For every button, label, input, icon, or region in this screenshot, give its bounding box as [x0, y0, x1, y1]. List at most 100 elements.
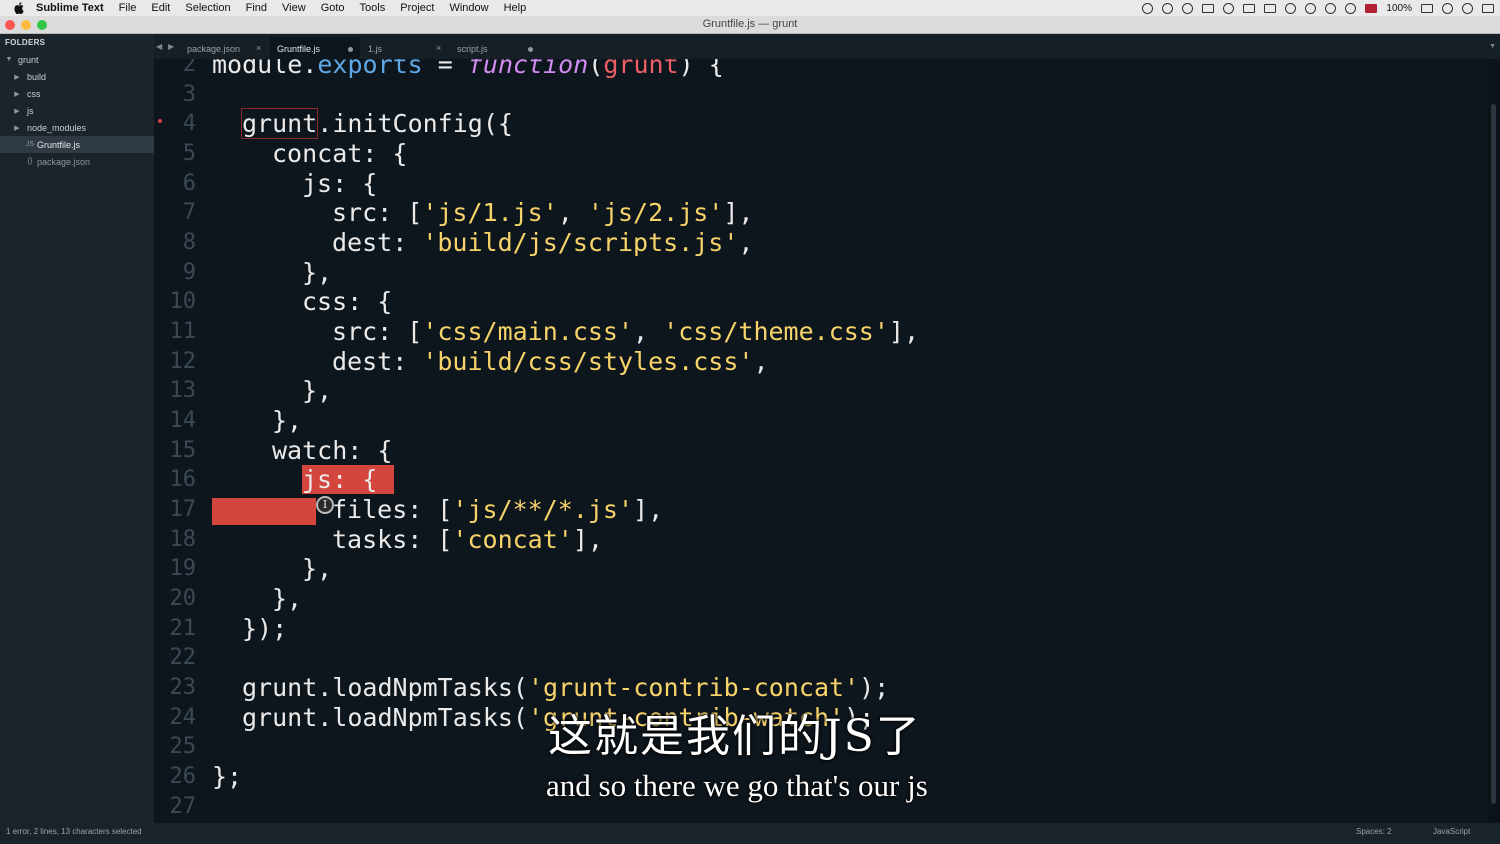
- subtitle-chinese: 这就是我们的JS了: [548, 711, 922, 762]
- minus-circle-icon[interactable]: [1223, 2, 1235, 14]
- scrollbar-thumb[interactable]: [1491, 104, 1496, 804]
- code-line-14[interactable]: },: [212, 406, 302, 436]
- tab-gruntfile[interactable]: Gruntfile.js: [270, 37, 360, 59]
- menu-find[interactable]: Find: [246, 2, 267, 14]
- menu-tools[interactable]: Tools: [360, 2, 386, 14]
- code-token: grunt: [240, 108, 319, 139]
- code-line-12[interactable]: dest: 'build/css/styles.css',: [212, 347, 769, 377]
- js-file-icon: JS: [25, 141, 35, 148]
- unsaved-dot-icon[interactable]: [528, 47, 533, 52]
- code-token: ,: [633, 317, 664, 346]
- keyboard-icon[interactable]: [1264, 3, 1277, 13]
- tab-package-json[interactable]: package.json ×: [181, 37, 269, 59]
- sidebar-item-gruntfile[interactable]: JS Gruntfile.js: [0, 136, 154, 153]
- time-machine-icon[interactable]: [1285, 2, 1297, 14]
- selected-whitespace: [212, 497, 316, 525]
- code-token: src: [: [332, 317, 423, 346]
- code-line-4[interactable]: grunt.initConfig({: [212, 108, 513, 139]
- error-marker-icon[interactable]: [158, 119, 162, 123]
- flag-icon[interactable]: [1365, 3, 1378, 13]
- tab-1-js[interactable]: 1.js ×: [361, 37, 449, 59]
- indentation-setting[interactable]: Spaces: 2: [1356, 827, 1392, 836]
- sidebar-item-label: package.json: [37, 156, 91, 167]
- tab-overflow-icon[interactable]: ▼: [1489, 43, 1496, 50]
- sidebar-item-css[interactable]: ▶ css: [0, 85, 154, 102]
- code-line-15[interactable]: watch: {: [212, 436, 392, 466]
- code-line-10[interactable]: css: {: [212, 287, 392, 317]
- notification-list-icon[interactable]: [1482, 3, 1494, 13]
- spotlight-search-icon[interactable]: [1462, 2, 1473, 14]
- menu-project[interactable]: Project: [400, 2, 434, 14]
- code-line-19[interactable]: },: [212, 554, 332, 584]
- code-line-26[interactable]: };: [212, 762, 242, 792]
- tab-label: script.js: [457, 44, 488, 54]
- line-number: 19: [169, 556, 197, 581]
- code-line-8[interactable]: dest: 'build/js/scripts.js',: [212, 228, 753, 258]
- close-icon[interactable]: ×: [436, 43, 441, 53]
- sidebar-item-js[interactable]: ▶ js: [0, 102, 154, 119]
- code-line-23[interactable]: grunt.loadNpmTasks('grunt-contrib-concat…: [212, 673, 889, 703]
- selection-status: 1 error, 2 lines, 13 characters selected: [6, 827, 142, 836]
- code-token: 'js/**/*.js': [452, 495, 634, 524]
- sidebar: FOLDERS ▼ grunt ▶ build ▶ css ▶ js ▶ nod…: [0, 34, 154, 823]
- code-token: tasks: [: [332, 525, 453, 554]
- app-switch-icon[interactable]: [1202, 3, 1215, 13]
- close-icon[interactable]: ×: [256, 43, 261, 53]
- code-line-16[interactable]: js: {: [212, 465, 395, 495]
- code-line-2[interactable]: module.exports = function(grunt) {: [212, 59, 724, 80]
- unsaved-dot-icon[interactable]: [348, 47, 353, 52]
- code-token: module.: [212, 59, 318, 79]
- menu-view[interactable]: View: [282, 2, 306, 14]
- code-line-17[interactable]: files: ['js/**/*.js'],: [212, 495, 663, 525]
- menu-window[interactable]: Window: [449, 2, 488, 14]
- line-number: 8: [182, 230, 196, 255]
- sidebar-item-node-modules[interactable]: ▶ node_modules: [0, 119, 154, 136]
- tab-label: package.json: [187, 44, 241, 54]
- sync-icon[interactable]: [1162, 2, 1174, 14]
- code-line-18[interactable]: tasks: ['concat'],: [212, 525, 603, 555]
- airplay-icon[interactable]: [1243, 3, 1256, 13]
- line-number: 24: [169, 705, 197, 730]
- sidebar-item-build[interactable]: ▶ build: [0, 68, 154, 85]
- sidebar-item-label: build: [27, 71, 47, 82]
- code-line-20[interactable]: },: [212, 584, 302, 614]
- line-number: 21: [169, 616, 197, 641]
- menu-help[interactable]: Help: [504, 2, 527, 14]
- wifi-icon[interactable]: [1345, 2, 1357, 14]
- code-token: (: [588, 59, 604, 79]
- battery-icon[interactable]: [1421, 3, 1433, 13]
- tab-script-js[interactable]: script.js: [450, 37, 538, 59]
- tab-next-icon[interactable]: ▶: [168, 42, 174, 51]
- menu-goto[interactable]: Goto: [321, 2, 345, 14]
- code-token: =: [422, 59, 468, 79]
- clock-icon[interactable]: [1442, 2, 1453, 14]
- menu-app-name[interactable]: Sublime Text: [36, 2, 104, 14]
- bluetooth-icon[interactable]: [1325, 2, 1337, 14]
- apple-icon[interactable]: [12, 1, 26, 15]
- code-line-11[interactable]: src: ['css/main.css', 'css/theme.css'],: [212, 317, 919, 347]
- code-line-7[interactable]: src: ['js/1.js', 'js/2.js'],: [212, 198, 753, 228]
- tab-prev-icon[interactable]: ◀: [156, 42, 162, 51]
- code-token: 'css/main.css': [422, 317, 634, 346]
- line-number: 27: [169, 794, 197, 819]
- syntax-setting[interactable]: JavaScript: [1433, 827, 1470, 836]
- selected-text: js: {: [302, 465, 395, 494]
- code-line-13[interactable]: },: [212, 376, 332, 406]
- tab-bar: ◀ ▶ package.json × Gruntfile.js 1.js × s…: [154, 34, 1500, 59]
- record-icon[interactable]: [1142, 2, 1154, 14]
- code-line-6[interactable]: js: {: [212, 169, 377, 199]
- code-token: );: [859, 673, 890, 702]
- network-icon[interactable]: [1182, 2, 1194, 14]
- sidebar-item-package-json[interactable]: {} package.json: [0, 153, 154, 170]
- volume-icon[interactable]: [1305, 2, 1317, 14]
- menu-edit[interactable]: Edit: [151, 2, 170, 14]
- line-number: 20: [169, 586, 197, 611]
- code-line-5[interactable]: concat: {: [212, 139, 407, 169]
- sidebar-item-grunt[interactable]: ▼ grunt: [0, 51, 154, 68]
- vertical-scrollbar[interactable]: [1488, 59, 1500, 823]
- menu-file[interactable]: File: [119, 2, 137, 14]
- code-line-9[interactable]: },: [212, 258, 332, 288]
- code-line-21[interactable]: });: [212, 614, 287, 644]
- menu-selection[interactable]: Selection: [185, 2, 230, 14]
- subtitle-english: and so there we go that's our js: [546, 768, 928, 803]
